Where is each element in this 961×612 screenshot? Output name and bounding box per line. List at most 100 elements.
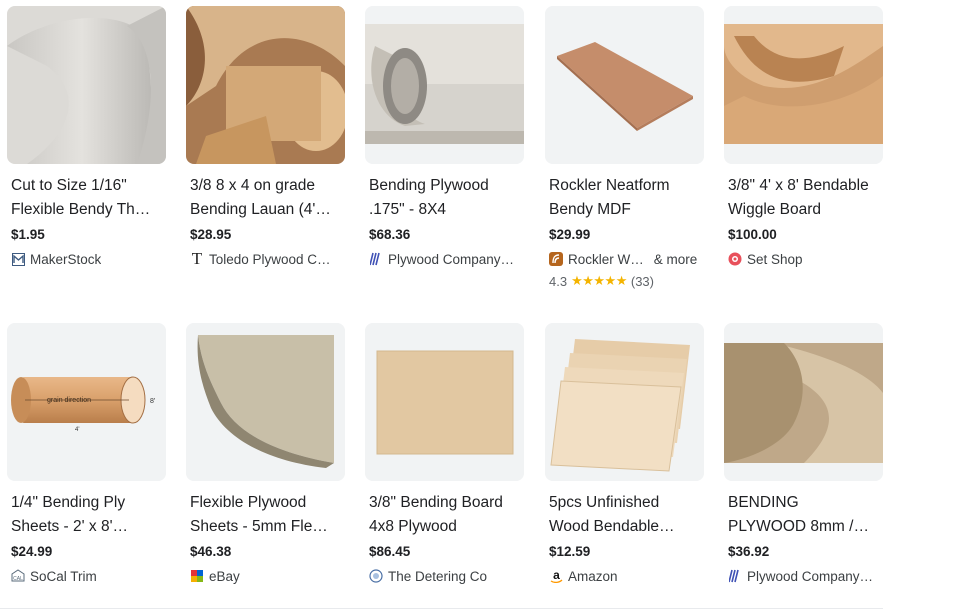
seller-name: The Detering Co bbox=[388, 568, 488, 584]
product-image[interactable] bbox=[186, 6, 345, 164]
product-title[interactable]: 1/4" Bending Ply Sheets - 2' x 8'… bbox=[7, 491, 167, 539]
product-title-line[interactable]: Rockler Neatform bbox=[549, 174, 705, 198]
detering-icon bbox=[369, 569, 383, 583]
product-title-line[interactable]: Wiggle Board bbox=[728, 198, 884, 222]
plywood-company-icon bbox=[728, 569, 742, 583]
product-title-line[interactable]: Bendy MDF bbox=[549, 198, 705, 222]
seller-name: MakerStock bbox=[30, 251, 102, 267]
amazon-icon: a bbox=[549, 569, 563, 583]
product-title-line[interactable]: Bending Plywood bbox=[369, 174, 525, 198]
product-title-line[interactable]: 4x8 Plywood bbox=[369, 515, 525, 539]
product-image[interactable] bbox=[724, 323, 883, 481]
seller: CAL SoCal Trim bbox=[7, 567, 167, 585]
svg-text:a: a bbox=[553, 569, 560, 582]
product-title[interactable]: 5pcs Unfinished Wood Bendable… bbox=[545, 491, 705, 539]
product-title-line[interactable]: 3/8" Bending Board bbox=[369, 491, 525, 515]
product-title-line[interactable]: Flexible Bendy Th… bbox=[11, 198, 167, 222]
product-title[interactable]: BENDING PLYWOOD 8mm /… bbox=[724, 491, 884, 539]
product-title[interactable]: Rockler Neatform Bendy MDF bbox=[545, 174, 705, 222]
divider bbox=[0, 608, 883, 609]
product-price: $28.95 bbox=[190, 227, 232, 242]
product-price: $29.99 bbox=[549, 227, 591, 242]
product-price: $46.38 bbox=[190, 544, 232, 559]
product-title-line[interactable]: BENDING bbox=[728, 491, 884, 515]
review-count[interactable]: (33) bbox=[631, 274, 654, 289]
product-title-line[interactable]: 5pcs Unfinished bbox=[549, 491, 705, 515]
product-price: $100.00 bbox=[728, 227, 777, 242]
product-title-line[interactable]: Wood Bendable… bbox=[549, 515, 705, 539]
product-title[interactable]: Bending Plywood .175" - 8X4 bbox=[365, 174, 525, 222]
seller: MakerStock bbox=[7, 250, 167, 268]
rockler-icon bbox=[549, 252, 563, 266]
product-card[interactable]: Rockler Neatform Bendy MDF $29.99 Rockle… bbox=[545, 6, 705, 290]
product-title-line[interactable]: 3/8" 4' x 8' Bendable bbox=[728, 174, 884, 198]
seller: Plywood Company… bbox=[724, 567, 884, 585]
product-image[interactable] bbox=[545, 6, 704, 164]
product-card[interactable]: BENDING PLYWOOD 8mm /… $36.92 Plywood Co… bbox=[724, 323, 884, 585]
product-price: $68.36 bbox=[369, 227, 411, 242]
product-image[interactable] bbox=[724, 6, 883, 164]
product-image[interactable] bbox=[545, 323, 704, 481]
seller-name: Set Shop bbox=[747, 251, 803, 267]
product-price: $24.99 bbox=[11, 544, 53, 559]
product-title[interactable]: Cut to Size 1/16" Flexible Bendy Th… bbox=[7, 174, 167, 222]
seller-name: eBay bbox=[209, 568, 240, 584]
seller: The Detering Co bbox=[365, 567, 525, 585]
product-title-line[interactable]: Bending Lauan (4'… bbox=[190, 198, 346, 222]
dimension-label: 4' bbox=[75, 427, 79, 433]
star-rating-icon: ★★★★★ bbox=[571, 273, 627, 288]
product-card[interactable]: Bending Plywood .175" - 8X4 $68.36 Plywo… bbox=[365, 6, 525, 268]
product-price: $36.92 bbox=[728, 544, 770, 559]
product-card[interactable]: grain direction 8' 4' 1/4" Bending Ply S… bbox=[7, 323, 167, 585]
seller-name: Amazon bbox=[568, 568, 618, 584]
product-price: $1.95 bbox=[11, 227, 45, 242]
product-title-line[interactable]: Sheets - 5mm Fle… bbox=[190, 515, 346, 539]
product-title-line[interactable]: Sheets - 2' x 8'… bbox=[11, 515, 167, 539]
product-title-line[interactable]: 1/4" Bending Ply bbox=[11, 491, 167, 515]
seller: Set Shop bbox=[724, 250, 884, 268]
product-price: $86.45 bbox=[369, 544, 411, 559]
dimension-label: 8' bbox=[150, 398, 155, 405]
product-title[interactable]: 3/8 8 x 4 on grade Bending Lauan (4'… bbox=[186, 174, 346, 222]
set-shop-icon bbox=[728, 252, 742, 266]
product-title[interactable]: 3/8" 4' x 8' Bendable Wiggle Board bbox=[724, 174, 884, 222]
ebay-icon bbox=[190, 569, 204, 583]
socal-trim-icon: CAL bbox=[11, 569, 25, 583]
plywood-company-icon bbox=[369, 252, 383, 266]
rating-value: 4.3 bbox=[549, 273, 568, 289]
product-card[interactable]: 3/8" 4' x 8' Bendable Wiggle Board $100.… bbox=[724, 6, 884, 268]
seller: Rockler W… & more bbox=[545, 250, 705, 268]
seller-name: Toledo Plywood C… bbox=[209, 251, 331, 267]
product-title-line[interactable]: PLYWOOD 8mm /… bbox=[728, 515, 884, 539]
product-image[interactable] bbox=[365, 6, 524, 164]
seller: Plywood Company… bbox=[365, 250, 525, 268]
seller-name: Plywood Company… bbox=[388, 251, 515, 267]
product-image[interactable]: grain direction 8' 4' bbox=[7, 323, 166, 481]
grain-direction-label: grain direction bbox=[47, 397, 91, 404]
rating: 4.3 ★★★★★ (33) bbox=[545, 272, 705, 290]
product-image[interactable] bbox=[186, 323, 345, 481]
makerstock-icon bbox=[11, 252, 25, 266]
product-image[interactable] bbox=[365, 323, 524, 481]
svg-text:CAL: CAL bbox=[13, 576, 23, 582]
seller: a Amazon bbox=[545, 567, 705, 585]
seller: eBay bbox=[186, 567, 346, 585]
product-title-line[interactable]: Cut to Size 1/16" bbox=[11, 174, 167, 198]
product-card[interactable]: Flexible Plywood Sheets - 5mm Fle… $46.3… bbox=[186, 323, 346, 585]
seller-name: SoCal Trim bbox=[30, 568, 97, 584]
product-card[interactable]: 3/8" Bending Board 4x8 Plywood $86.45 Th… bbox=[365, 323, 525, 585]
product-image[interactable] bbox=[7, 6, 166, 164]
product-title-line[interactable]: Flexible Plywood bbox=[190, 491, 346, 515]
product-card[interactable]: Cut to Size 1/16" Flexible Bendy Th… $1.… bbox=[7, 6, 167, 268]
product-title[interactable]: Flexible Plywood Sheets - 5mm Fle… bbox=[186, 491, 346, 539]
seller-name: Rockler W… bbox=[568, 251, 644, 267]
product-title-line[interactable]: .175" - 8X4 bbox=[369, 198, 525, 222]
seller: T Toledo Plywood C… bbox=[186, 249, 346, 268]
product-title-line[interactable]: 3/8 8 x 4 on grade bbox=[190, 174, 346, 198]
product-title[interactable]: 3/8" Bending Board 4x8 Plywood bbox=[365, 491, 525, 539]
product-card[interactable]: 5pcs Unfinished Wood Bendable… $12.59 a … bbox=[545, 323, 705, 585]
more-sellers-link[interactable]: & more bbox=[654, 252, 698, 267]
product-card[interactable]: 3/8 8 x 4 on grade Bending Lauan (4'… $2… bbox=[186, 6, 346, 268]
toledo-t-icon: T bbox=[191, 249, 203, 268]
product-price: $12.59 bbox=[549, 544, 591, 559]
